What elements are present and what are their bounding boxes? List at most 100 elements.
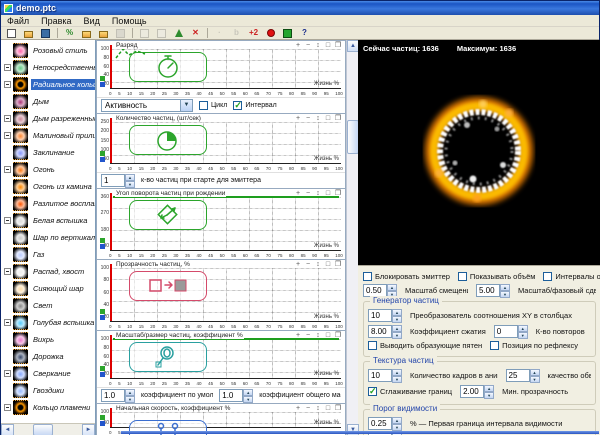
spinner-arrows-icon[interactable]: ▲▼ <box>530 369 540 382</box>
list-item[interactable]: Сияющий шар <box>1 280 95 297</box>
list-item[interactable]: Свет <box>1 297 95 314</box>
tree-toggle-icon[interactable] <box>4 404 11 411</box>
list-item[interactable]: Дым разреженный <box>1 110 95 127</box>
checkbox-draw-intervals[interactable]: Интервалы отрисовки <box>543 272 600 281</box>
graph-area[interactable]: 1008060402005101520253035404550556065707… <box>97 41 345 97</box>
folder-new-button[interactable] <box>96 27 111 39</box>
footer-checkbox-1[interactable]: Интервал <box>233 101 276 110</box>
layers-spinner[interactable]: 0 ▲▼ <box>494 325 528 338</box>
spinner-value[interactable]: 0.25 <box>368 417 392 430</box>
checkbox-spot-outlines[interactable]: Выводить образующие пятен <box>368 341 482 350</box>
default-coeff-spinner[interactable]: 1.0▲▼ <box>101 389 135 402</box>
restore-icon[interactable]: ❐ <box>334 261 342 268</box>
zoom-in-icon[interactable]: + <box>294 261 302 268</box>
graph-area[interactable]: 2502001501005005101520253035404550556065… <box>97 114 345 172</box>
tree-toggle-icon[interactable] <box>4 268 11 275</box>
quality-spinner[interactable]: 25 ▲▼ <box>506 369 540 382</box>
checkbox-show-volume[interactable]: Показывать объём <box>458 272 536 281</box>
zoom-in-icon[interactable]: + <box>294 332 302 339</box>
zoom-out-icon[interactable]: − <box>304 332 312 339</box>
scroll-right-icon[interactable]: ► <box>82 424 95 435</box>
fit-icon[interactable]: ↕ <box>314 115 322 122</box>
list-item[interactable]: Огонь <box>1 161 95 178</box>
restore-icon[interactable]: ❐ <box>334 190 342 197</box>
menu-item-0[interactable]: Файл <box>1 16 35 26</box>
tree-toggle-icon[interactable] <box>4 166 11 173</box>
menu-item-2[interactable]: Вид <box>78 16 106 26</box>
checkbox-reflex-position[interactable]: Позиция по рефлексу <box>490 341 578 350</box>
global-scale-coeff-spinner[interactable]: 1.0▲▼ <box>219 389 253 402</box>
list-item[interactable]: Кольцо пламени <box>1 399 95 416</box>
list-item[interactable]: Белая вспышка <box>1 212 95 229</box>
fit-icon[interactable]: ↕ <box>314 332 322 339</box>
spinner-value[interactable]: 5.00 <box>476 284 500 297</box>
zoom-in-icon[interactable]: + <box>294 115 302 122</box>
folder-closed-button[interactable] <box>79 27 94 39</box>
particle-preview[interactable]: Сейчас частиц: 1636 Максимум: 1636 <box>358 40 600 265</box>
list-item[interactable]: Дым <box>1 93 95 110</box>
spinner-arrows-icon[interactable]: ▲▼ <box>243 389 253 402</box>
save-file-button[interactable] <box>38 27 53 39</box>
list-item[interactable]: Разлитое воспламенение <box>1 195 95 212</box>
help-button[interactable]: ? <box>297 27 312 39</box>
tree-button[interactable] <box>171 27 186 39</box>
list-item[interactable]: Заклинание <box>1 144 95 161</box>
list-item[interactable]: Дорожка <box>1 348 95 365</box>
title-bar[interactable]: demo.ptc <box>1 1 599 15</box>
open-file-button[interactable] <box>21 27 36 39</box>
list-item[interactable]: Малиновый прилив <box>1 127 95 144</box>
fit-icon[interactable]: ↕ <box>314 405 322 412</box>
footer-checkbox-0[interactable]: Цикл <box>199 101 227 110</box>
spinner-arrows-icon[interactable]: ▲▼ <box>392 417 402 430</box>
record-button[interactable] <box>263 27 278 39</box>
tree-toggle-icon[interactable] <box>4 64 11 71</box>
checkbox-block-emitter[interactable]: Блокировать эмиттер <box>363 272 450 281</box>
tree-toggle-icon[interactable] <box>4 132 11 139</box>
menu-item-1[interactable]: Правка <box>35 16 77 26</box>
tree-toggle-icon[interactable] <box>4 81 11 88</box>
list-item[interactable]: Шар по вертикали <box>1 229 95 246</box>
restore-icon[interactable]: ❐ <box>334 115 342 122</box>
list-item[interactable]: Непосредственные <box>1 59 95 76</box>
restore-icon[interactable]: ❐ <box>334 405 342 412</box>
chevron-down-icon[interactable]: ▼ <box>180 100 192 111</box>
list-item[interactable]: Розовый стиль <box>1 42 95 59</box>
spinner-value[interactable]: 8.00 <box>368 325 392 338</box>
restore-icon[interactable]: ❐ <box>334 42 342 49</box>
zoom-in-icon[interactable]: + <box>294 405 302 412</box>
checkbox-icon[interactable] <box>363 272 372 281</box>
ratio-spinner[interactable]: 8.00 ▲▼ <box>368 325 402 338</box>
list-item[interactable]: Распад, хвост <box>1 263 95 280</box>
maximize-icon[interactable]: □ <box>324 405 332 412</box>
tree-toggle-icon[interactable] <box>4 115 11 122</box>
zoom-in-icon[interactable]: + <box>294 190 302 197</box>
graph-area[interactable]: 3602701809005101520253035404550556065707… <box>97 189 345 259</box>
spinner-arrows-icon[interactable]: ▲▼ <box>392 369 402 382</box>
spinner-value[interactable]: 1.0 <box>219 389 243 402</box>
screen-button[interactable] <box>280 27 295 39</box>
spinner-arrows-icon[interactable]: ▲▼ <box>484 385 494 398</box>
hscroll-thumb[interactable] <box>33 424 53 435</box>
scroll-left-icon[interactable]: ◄ <box>1 424 14 435</box>
percent-button[interactable]: % <box>62 27 77 39</box>
list-item[interactable]: Голубая вспышка <box>1 314 95 331</box>
spinner-arrows-icon[interactable]: ▲▼ <box>125 389 135 402</box>
list-item[interactable]: Гвоздики <box>1 382 95 399</box>
hscroll-track[interactable] <box>14 424 82 435</box>
restore-icon[interactable]: ❐ <box>334 332 342 339</box>
maximize-icon[interactable]: □ <box>324 190 332 197</box>
graph-area[interactable]: 1008060402005101520253035404550556065707… <box>97 260 345 330</box>
spinner-arrows-icon[interactable]: ▲▼ <box>518 325 528 338</box>
checkbox-icon[interactable] <box>543 272 552 281</box>
spinner-value[interactable]: 2.00 <box>460 385 484 398</box>
tree-toggle-icon[interactable] <box>4 319 11 326</box>
zoom-out-icon[interactable]: − <box>304 190 312 197</box>
spinner-arrows-icon[interactable]: ▲▼ <box>500 284 510 297</box>
list-item[interactable]: Вихрь <box>1 331 95 348</box>
graphs-vscrollbar[interactable]: ▲ ▼ <box>346 40 358 435</box>
fit-icon[interactable]: ↕ <box>314 42 322 49</box>
visibility-low-spinner[interactable]: 0.25 ▲▼ <box>368 417 402 430</box>
maximize-icon[interactable]: □ <box>324 115 332 122</box>
minalpha-spinner[interactable]: 2.00 ▲▼ <box>460 385 494 398</box>
checkbox-icon[interactable] <box>233 101 242 110</box>
